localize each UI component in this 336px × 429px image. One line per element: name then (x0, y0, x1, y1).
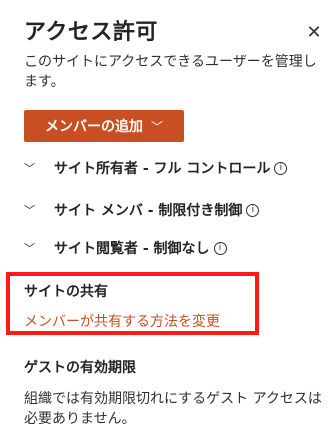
chevron-down-icon: ﹀ (24, 204, 35, 217)
chevron-down-icon: ﹀ (150, 119, 163, 134)
info-icon[interactable]: i (274, 161, 288, 175)
chevron-down-icon: ﹀ (24, 162, 35, 175)
info-icon[interactable]: i (213, 241, 227, 255)
add-members-button[interactable]: メンバーの追加 ﹀ (24, 110, 184, 142)
permission-group-label: サイト メンバ - 制限付き制御 (54, 203, 243, 219)
permission-group-members[interactable]: ﹀ サイト メンバ - 制限付き制御 i (24, 198, 260, 222)
panel-description: このサイトにアクセスできるユーザーを管理します。 (24, 54, 317, 90)
panel-title: アクセス許可 (24, 20, 158, 45)
info-icon[interactable]: i (246, 203, 260, 217)
add-members-label: メンバーの追加 (44, 119, 143, 135)
guest-expiration-title: ゲストの有効期限 (24, 360, 136, 376)
guest-expiration-description: 組織では有効期限切れにするゲスト アクセスは必要ありません。 (24, 391, 322, 427)
chevron-down-icon: ﹀ (24, 242, 35, 255)
permission-group-visitors[interactable]: ﹀ サイト閲覧者 - 制御なし i (24, 236, 227, 260)
permission-group-owners[interactable]: ﹀ サイト所有者 - フル コントロール i (24, 156, 288, 180)
permission-group-label: サイト閲覧者 - 制御なし (54, 241, 210, 257)
permission-group-label: サイト所有者 - フル コントロール (54, 161, 271, 177)
permissions-panel: アクセス許可 ✕ このサイトにアクセスできるユーザーを管理します。 メンバーの追… (0, 0, 336, 427)
close-icon[interactable]: ✕ (303, 22, 325, 44)
highlight-box (6, 272, 259, 335)
